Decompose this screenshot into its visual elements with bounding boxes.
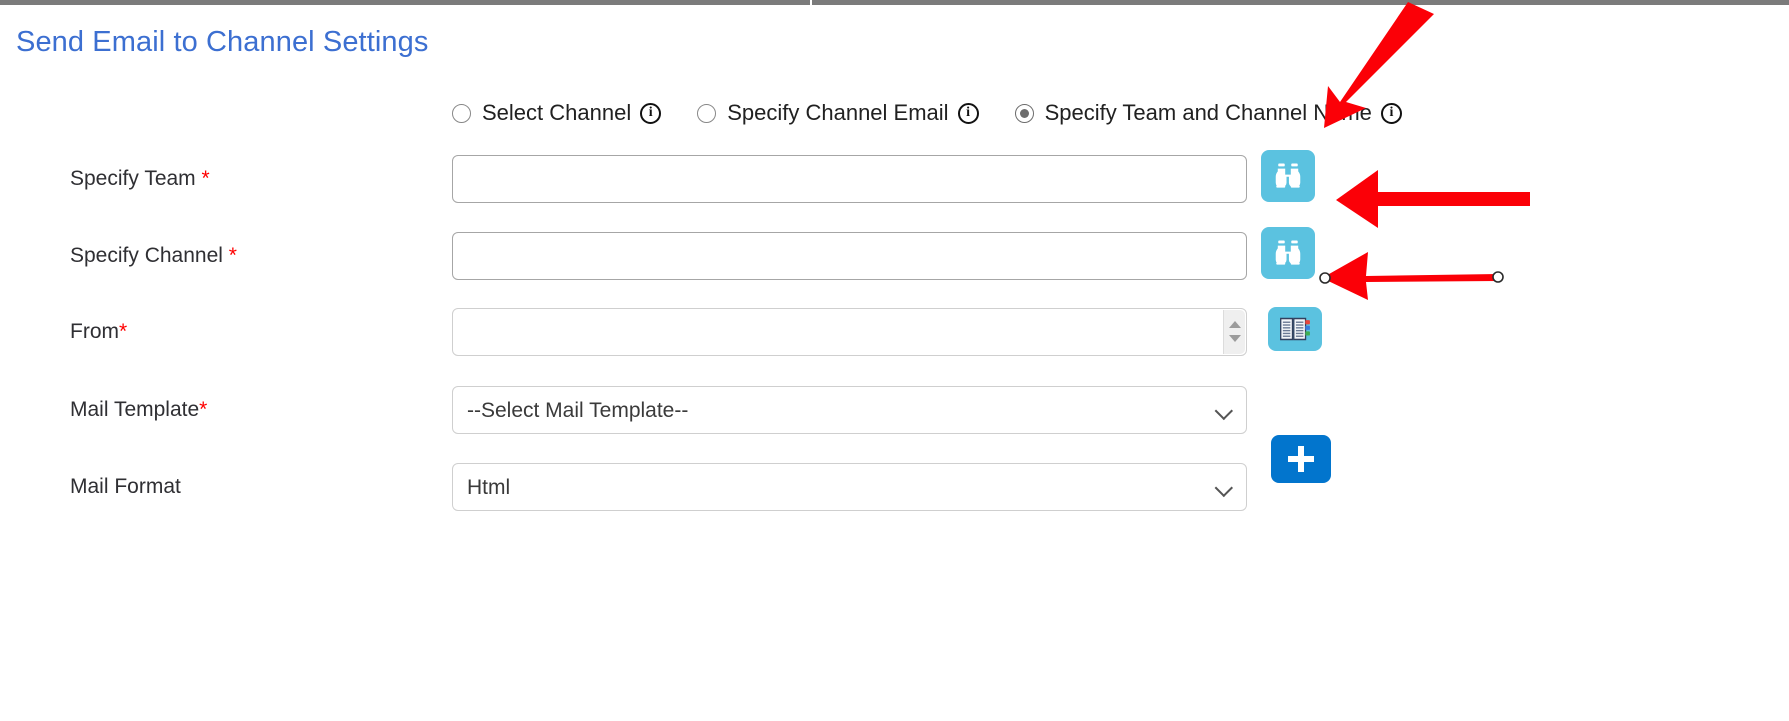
- binoculars-icon: [1275, 240, 1301, 265]
- required-asterisk: *: [201, 167, 210, 190]
- from-stepper[interactable]: [1223, 309, 1246, 355]
- arrow-to-channel-browse-button: [1319, 252, 1504, 300]
- info-icon-specify-channel-email[interactable]: i: [957, 102, 979, 124]
- stepper-up-icon[interactable]: [1228, 321, 1241, 329]
- required-asterisk: *: [199, 398, 208, 421]
- radio-specify-team-and-channel-name[interactable]: [1014, 103, 1034, 123]
- address-book-button[interactable]: [1268, 307, 1322, 351]
- radio-option-specify-channel-email[interactable]: Specify Channel Email i: [697, 100, 979, 126]
- specify-channel-input[interactable]: [452, 232, 1247, 280]
- info-icon-specify-team-and-channel-name[interactable]: i: [1380, 102, 1402, 124]
- chrome-tab-notch: [810, 0, 812, 5]
- label-specify-team: Specify Team *: [70, 167, 210, 190]
- radio-label-specify-channel-email: Specify Channel Email: [727, 100, 949, 125]
- info-icon-select-channel[interactable]: i: [640, 102, 662, 124]
- channel-mode-radio-group: Select Channel i Specify Channel Email i…: [452, 100, 1402, 126]
- page-title: Send Email to Channel Settings: [16, 26, 429, 58]
- label-mail-format: Mail Format: [70, 475, 181, 498]
- mail-template-select[interactable]: --Select Mail Template--: [452, 386, 1247, 434]
- shape-handle-start[interactable]: [1319, 272, 1331, 284]
- required-asterisk: *: [228, 244, 237, 267]
- plus-icon: [1288, 446, 1314, 472]
- from-input[interactable]: [452, 308, 1247, 356]
- browser-chrome-edge: [0, 0, 1789, 5]
- label-mail-template: Mail Template*: [70, 398, 208, 421]
- required-asterisk: *: [119, 320, 128, 343]
- mail-format-select[interactable]: Html: [452, 463, 1247, 511]
- shape-handle-end[interactable]: [1492, 271, 1504, 283]
- arrow-to-team-browse-button: [1336, 170, 1530, 228]
- specify-team-input[interactable]: [452, 155, 1247, 203]
- address-book-icon: [1280, 317, 1310, 341]
- browse-team-button[interactable]: [1261, 150, 1315, 202]
- label-specify-channel: Specify Channel *: [70, 244, 237, 267]
- browse-channel-button[interactable]: [1261, 227, 1315, 279]
- radio-option-select-channel[interactable]: Select Channel i: [452, 100, 662, 126]
- stepper-down-icon[interactable]: [1228, 335, 1241, 343]
- add-mail-template-button[interactable]: [1271, 435, 1331, 483]
- label-from: From*: [70, 320, 128, 343]
- radio-label-specify-team-and-channel-name: Specify Team and Channel Name: [1044, 100, 1372, 125]
- binoculars-icon: [1275, 163, 1301, 188]
- radio-specify-channel-email[interactable]: [697, 103, 717, 123]
- radio-label-select-channel: Select Channel: [482, 100, 632, 125]
- radio-option-specify-team-and-channel-name[interactable]: Specify Team and Channel Name i: [1014, 100, 1402, 126]
- radio-select-channel[interactable]: [452, 103, 471, 123]
